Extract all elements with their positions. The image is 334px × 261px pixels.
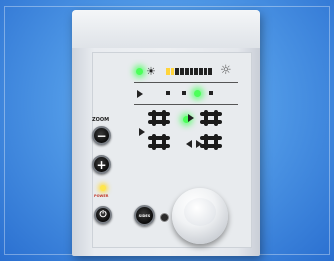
power-led (100, 185, 106, 191)
brightness-segment (194, 68, 198, 75)
brightness-led (136, 68, 143, 75)
sides-button-label: SIDES (138, 213, 151, 218)
display-quad-top-right[interactable] (200, 110, 222, 126)
left-arrow-icon[interactable] (139, 128, 145, 136)
display-quad-bottom-right[interactable] (200, 134, 222, 150)
rotary-knob[interactable] (172, 188, 228, 244)
display-quad-bottom-left[interactable] (148, 134, 170, 150)
right-arrow-top-icon[interactable] (188, 114, 194, 122)
power-button[interactable]: ⏻ (94, 206, 112, 224)
brightness-segment (170, 68, 175, 75)
knob-cap (184, 198, 216, 226)
sun-bright-icon[interactable]: ☼ (220, 64, 232, 77)
right-arrow-bottom-icon[interactable] (196, 140, 202, 148)
brightness-segment (166, 68, 170, 75)
zoom-in-button[interactable]: + (92, 155, 111, 174)
brightness-segment (208, 68, 213, 75)
divider-top (134, 82, 238, 83)
power-label: POWER (94, 194, 109, 198)
brightness-segment (198, 68, 203, 75)
mode-indicator-1 (166, 91, 170, 95)
mode-indicator-3-led (194, 90, 201, 97)
sides-button[interactable]: SIDES (134, 205, 155, 226)
divider-middle (134, 104, 238, 105)
display-quad-top-left[interactable] (148, 110, 170, 126)
zoom-out-icon: − (96, 128, 107, 143)
brightness-segment (175, 68, 180, 75)
mode-indicator-2 (182, 91, 186, 95)
mode-indicator-4 (209, 91, 213, 95)
left-arrow-bottom-icon[interactable] (186, 140, 192, 148)
zoom-in-icon: + (96, 157, 107, 172)
brightness-segment (180, 68, 184, 75)
brightness-segment (184, 68, 189, 75)
power-icon: ⏻ (99, 210, 107, 220)
indicator-hole (160, 213, 169, 222)
panel-top-housing (72, 10, 260, 48)
sun-dim-icon[interactable]: ☀ (146, 66, 156, 77)
brightness-segment (203, 68, 208, 75)
brightness-segment (189, 68, 194, 75)
mode-arrow-icon[interactable] (137, 90, 143, 98)
zoom-out-button[interactable]: − (92, 126, 111, 145)
brightness-bar[interactable] (166, 68, 213, 75)
zoom-label: ZOOM (92, 117, 110, 123)
